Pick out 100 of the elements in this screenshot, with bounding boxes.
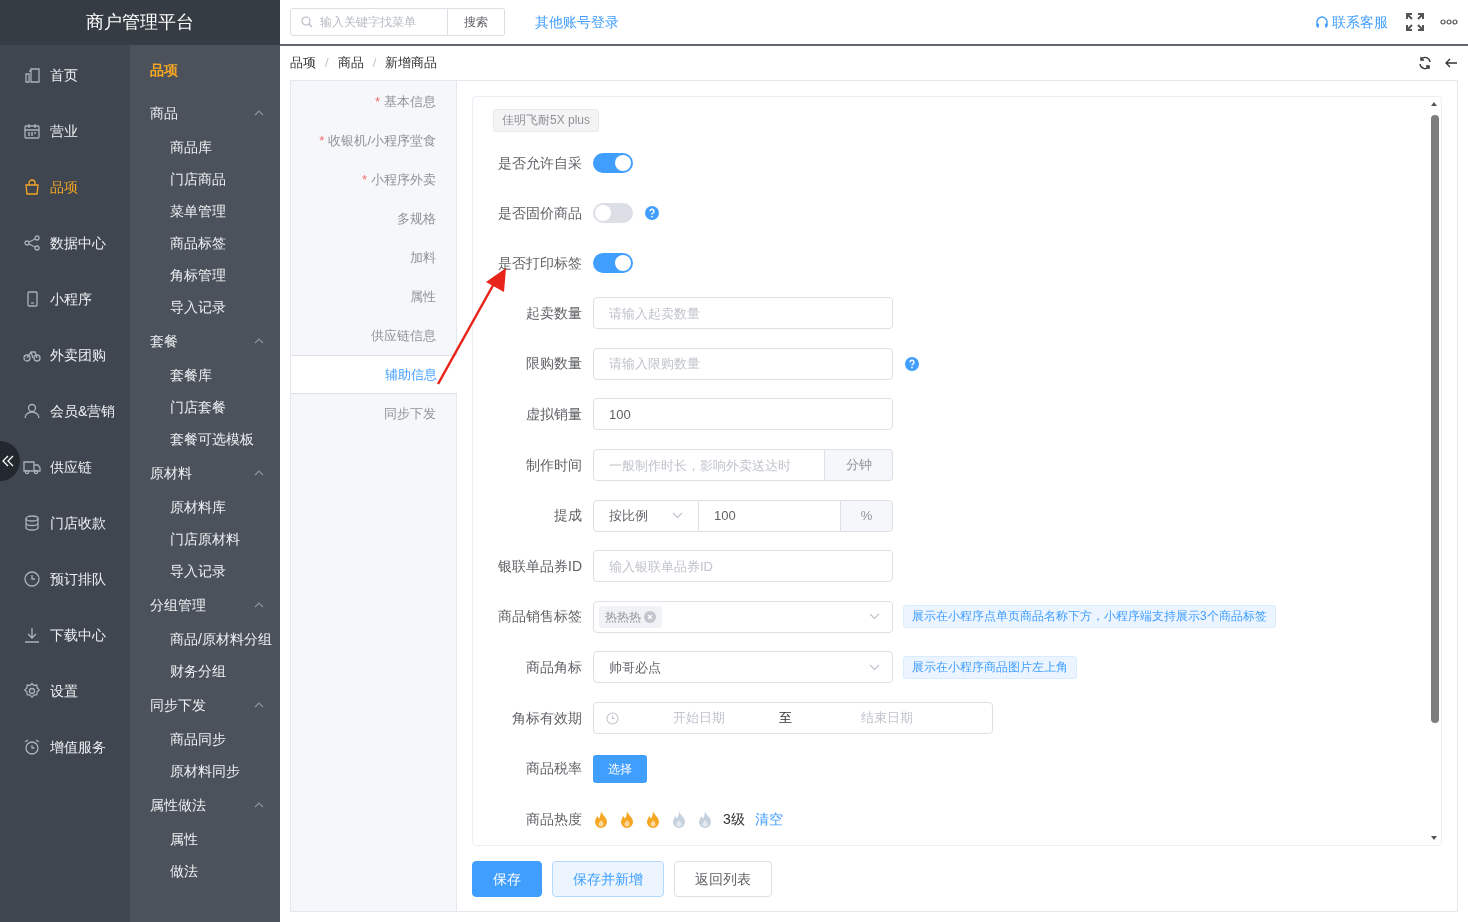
database-icon xyxy=(23,514,41,532)
submenu-item[interactable]: 门店原材料 xyxy=(130,523,280,555)
submenu-item[interactable]: 原材料库 xyxy=(130,491,280,523)
action-button[interactable]: 返回列表 xyxy=(674,861,772,897)
nav-item[interactable]: 营业 xyxy=(20,103,130,159)
clock-icon xyxy=(606,711,619,725)
scroll-down-arrow-icon[interactable] xyxy=(1430,835,1438,841)
input-field[interactable]: 请输入限购数量 xyxy=(593,347,893,380)
download-icon xyxy=(23,626,41,644)
submenu-item[interactable]: 商品/原材料分组 xyxy=(130,623,280,655)
submenu-item[interactable]: 原材料同步 xyxy=(130,755,280,787)
select-field[interactable]: 帅哥必点 xyxy=(593,651,893,684)
field-label: 商品税率 xyxy=(525,759,582,779)
select-field[interactable]: 按比例 xyxy=(593,499,699,532)
submenu-group[interactable]: 同步下发 xyxy=(130,687,280,723)
fullscreen-icon[interactable] xyxy=(1406,13,1424,31)
scroll-up-arrow-icon[interactable] xyxy=(1430,101,1438,107)
nav-item[interactable]: 数据中心 xyxy=(20,215,130,271)
submenu-item[interactable]: 商品同步 xyxy=(130,723,280,755)
alarm-clock-icon xyxy=(23,738,41,756)
breadcrumb-link[interactable]: 新增商品 xyxy=(385,53,438,73)
toggle-switch[interactable] xyxy=(593,153,633,173)
breadcrumb-separator: / xyxy=(325,54,329,73)
more-icon[interactable] xyxy=(1440,19,1458,25)
submenu-item[interactable]: 属性 xyxy=(130,823,280,855)
required-mark: * xyxy=(319,131,325,150)
nav-item[interactable]: 品项 xyxy=(20,159,130,215)
submenu-item[interactable]: 门店商品 xyxy=(130,163,280,195)
nav-item[interactable]: 首页 xyxy=(20,47,130,103)
field-label: 银联单品券ID xyxy=(497,556,582,576)
flame-icon[interactable] xyxy=(619,810,635,829)
nav-item[interactable]: 门店收款 xyxy=(20,495,130,551)
gear-icon xyxy=(23,682,41,700)
submenu-item[interactable]: 导入记录 xyxy=(130,555,280,587)
input-field[interactable]: 100 xyxy=(699,499,840,532)
submenu-group[interactable]: 属性做法 xyxy=(130,787,280,823)
unit-addon: 分钟 xyxy=(825,449,893,482)
flame-icon[interactable] xyxy=(671,810,687,829)
field-label: 是否固价商品 xyxy=(497,203,582,223)
submenu-group[interactable]: 分组管理 xyxy=(130,587,280,623)
submenu-group[interactable]: 套餐 xyxy=(130,323,280,359)
level-text: 3级 xyxy=(723,809,745,829)
refresh-icon[interactable] xyxy=(1418,56,1432,70)
flame-icon[interactable] xyxy=(593,810,609,829)
submenu-group[interactable]: 原材料 xyxy=(130,455,280,491)
submenu-group[interactable]: 商品 xyxy=(130,95,280,131)
field-label: 虚拟销量 xyxy=(525,405,582,424)
submenu-item[interactable]: 财务分组 xyxy=(130,655,280,687)
calendar-icon xyxy=(23,122,41,140)
submenu-item[interactable]: 导入记录 xyxy=(130,291,280,323)
required-mark: * xyxy=(361,170,367,189)
hint-tag: 展示在小程序商品图片左上角 xyxy=(903,655,1077,679)
submenu-item[interactable]: 套餐库 xyxy=(130,359,280,391)
submenu-item[interactable]: 套餐可选模板 xyxy=(130,423,280,455)
field-label: 限购数量 xyxy=(525,354,582,374)
flame-icon[interactable] xyxy=(645,810,661,829)
nav-item[interactable]: 会员&营销 xyxy=(20,383,130,439)
nav-item[interactable]: 小程序 xyxy=(20,271,130,327)
nav-item[interactable]: 设置 xyxy=(20,663,130,719)
back-arrow-icon[interactable] xyxy=(1444,56,1458,70)
field-label: 商品销售标签 xyxy=(497,607,582,627)
chevron-icon xyxy=(254,702,264,708)
breadcrumb-link[interactable]: 品项 xyxy=(290,53,316,73)
share-icon xyxy=(23,234,41,252)
nav-item[interactable]: 下载中心 xyxy=(20,607,130,663)
input-field[interactable]: 100 xyxy=(593,398,893,431)
user-icon xyxy=(23,402,41,420)
headphones-icon xyxy=(1315,15,1329,29)
scrollbar-thumb[interactable] xyxy=(1431,115,1439,723)
help-icon[interactable] xyxy=(645,206,659,220)
flame-rating[interactable] xyxy=(593,810,713,829)
search-field[interactable]: 输入关键字找菜单 xyxy=(290,8,448,36)
chevron-icon xyxy=(254,802,264,808)
nav-item[interactable]: 预订排队 xyxy=(20,551,130,607)
field-label: 商品热度 xyxy=(525,809,582,829)
submenu-item[interactable]: 门店套餐 xyxy=(130,391,280,423)
submenu-item[interactable]: 做法 xyxy=(130,855,280,887)
submenu-item[interactable]: 商品标签 xyxy=(130,227,280,259)
submenu-item[interactable]: 商品库 xyxy=(130,131,280,163)
nav-item[interactable]: 外卖团购 xyxy=(20,327,130,383)
close-icon[interactable] xyxy=(644,610,656,623)
input-field[interactable]: 输入银联单品券ID xyxy=(593,550,893,583)
toggle-switch[interactable] xyxy=(593,253,633,273)
submenu-item[interactable]: 角标管理 xyxy=(130,259,280,291)
help-icon[interactable] xyxy=(905,356,919,371)
search-button[interactable]: 搜索 xyxy=(448,8,505,36)
nav-item[interactable]: 增值服务 xyxy=(20,719,130,775)
field-label: 是否允许自采 xyxy=(497,153,582,173)
date-range-field[interactable]: 开始日期 至 结束日期 xyxy=(593,702,993,735)
input-field[interactable]: 请输入起卖数量 xyxy=(593,297,893,330)
truck-icon xyxy=(23,458,41,476)
toggle-switch[interactable] xyxy=(593,203,633,223)
flame-icon[interactable] xyxy=(697,810,713,829)
chevron-down-icon xyxy=(869,613,880,621)
submenu-title: 品项 xyxy=(149,60,179,80)
field-label: 提成 xyxy=(553,506,582,526)
chevron-icon xyxy=(254,602,264,608)
submenu-item[interactable]: 菜单管理 xyxy=(130,195,280,227)
breadcrumb-link[interactable]: 商品 xyxy=(337,53,364,73)
nav-item[interactable]: 供应链 xyxy=(20,439,130,495)
